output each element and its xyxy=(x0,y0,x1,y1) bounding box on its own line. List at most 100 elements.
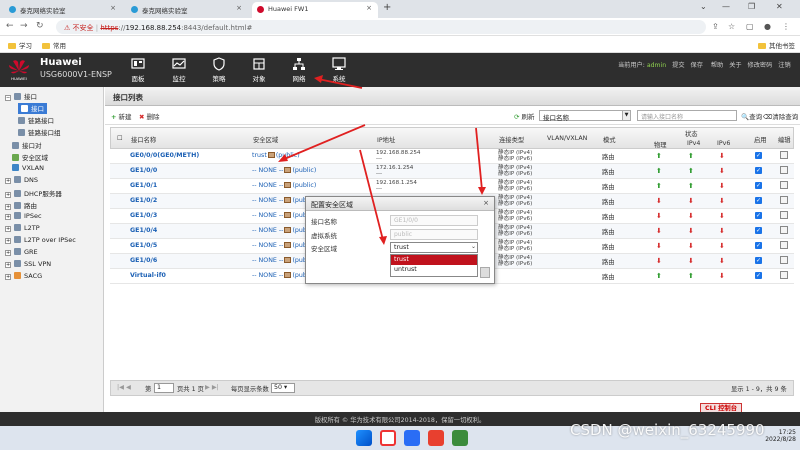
zone-cell[interactable]: -- NONE -- (public) xyxy=(252,182,316,189)
security-zone-select[interactable]: trust ⌄ xyxy=(390,242,478,253)
edit-icon[interactable] xyxy=(780,166,788,174)
enable-checkbox[interactable]: ✓ xyxy=(755,197,762,204)
nav-monitor[interactable]: 监控 xyxy=(165,57,193,83)
back-icon[interactable]: ← xyxy=(6,21,14,31)
col-conn[interactable]: 连接类型 xyxy=(499,135,524,144)
logout-link[interactable]: 注销 xyxy=(778,62,790,69)
browser-tab[interactable]: 泰克网络实验室 × xyxy=(126,2,248,18)
help-link[interactable]: 帮助 xyxy=(711,62,723,69)
minimize-icon[interactable]: — xyxy=(722,2,730,11)
system-clock[interactable]: 17:25 2022/8/28 xyxy=(762,429,796,443)
new-tab-button[interactable]: + xyxy=(383,2,391,13)
nav-policy[interactable]: 策略 xyxy=(205,57,233,83)
edit-icon[interactable] xyxy=(780,181,788,189)
save-link[interactable]: 保存 xyxy=(691,62,703,69)
change-password-link[interactable]: 修改密码 xyxy=(748,62,773,69)
about-link[interactable]: 关于 xyxy=(729,62,741,69)
zone-edit-icon[interactable] xyxy=(284,182,292,188)
delete-button[interactable]: ✖ 删除 xyxy=(139,111,160,121)
sidebar-item-security-zone[interactable]: 安全区域 xyxy=(12,152,48,163)
reload-icon[interactable]: ↻ xyxy=(36,21,44,31)
expand-icon[interactable]: + xyxy=(5,192,11,198)
app-icon[interactable] xyxy=(428,430,444,446)
sidebar-item-vxlan[interactable]: VXLAN xyxy=(12,164,44,175)
profile-icon[interactable]: ● xyxy=(764,22,771,31)
extensions-icon[interactable]: ▢ xyxy=(746,22,754,31)
sidebar-item-sacg[interactable]: + SACG xyxy=(5,272,42,283)
chrome-icon[interactable] xyxy=(380,430,396,446)
maximize-icon[interactable]: ❐ xyxy=(748,2,755,11)
new-button[interactable]: + 新建 xyxy=(111,111,132,121)
sidebar-item-ssl-vpn[interactable]: + SSL VPN xyxy=(5,260,51,271)
select-all-checkbox[interactable]: ☐ xyxy=(117,135,123,142)
sidebar-item-l2tp-over-ipsec[interactable]: + L2TP over IPSec xyxy=(5,236,76,247)
url-input[interactable]: ⚠ 不安全 | https://192.168.88.254:8443/defa… xyxy=(56,20,706,34)
edit-icon[interactable] xyxy=(780,256,788,264)
enable-checkbox[interactable]: ✓ xyxy=(755,167,762,174)
tab-search-icon[interactable]: ⌄ xyxy=(700,2,707,11)
interface-name[interactable]: GE1/0/5 xyxy=(130,242,157,249)
table-row[interactable]: GE1/0/1 -- NONE -- (public) 192.168.1.254… xyxy=(110,179,794,194)
zone-edit-icon[interactable] xyxy=(284,212,292,218)
menu-icon[interactable]: ⋮ xyxy=(782,22,790,31)
interface-name[interactable]: GE1/0/1 xyxy=(130,182,157,189)
page-input[interactable]: 1 xyxy=(154,383,174,393)
enable-checkbox[interactable]: ✓ xyxy=(755,257,762,264)
zone-edit-icon[interactable] xyxy=(284,167,292,173)
app-icon[interactable] xyxy=(452,430,468,446)
table-row[interactable]: GE1/0/0 -- NONE -- (public) 172.16.1.254-… xyxy=(110,164,794,179)
sidebar-item-dns[interactable]: + DNS xyxy=(5,176,38,187)
enable-checkbox[interactable]: ✓ xyxy=(755,212,762,219)
clear-query-button[interactable]: ⌫清除查询 xyxy=(763,111,798,121)
interface-name[interactable]: GE1/0/6 xyxy=(130,257,157,264)
sidebar-item-interface-pair[interactable]: 接口对 xyxy=(12,140,42,151)
zone-edit-icon[interactable] xyxy=(284,197,292,203)
edit-icon[interactable] xyxy=(780,211,788,219)
next-page-icon[interactable]: ▶ ▶| xyxy=(205,384,219,391)
zone-edit-icon[interactable] xyxy=(284,227,292,233)
zone-cell[interactable]: trust (public) xyxy=(252,152,300,159)
interface-name[interactable]: Virtual-if0 xyxy=(130,272,166,279)
zone-edit-icon[interactable] xyxy=(284,242,292,248)
window-close-icon[interactable]: ✕ xyxy=(776,2,783,11)
col-ip[interactable]: IP地址 xyxy=(377,135,395,144)
first-page-icon[interactable]: |◀ ◀ xyxy=(117,384,131,391)
commit-link[interactable]: 提交 xyxy=(672,62,684,69)
interface-name[interactable]: GE1/0/0 xyxy=(130,167,157,174)
enable-checkbox[interactable]: ✓ xyxy=(755,152,762,159)
expand-icon[interactable]: + xyxy=(5,214,11,220)
close-icon[interactable]: × xyxy=(110,4,116,12)
share-icon[interactable]: ⇪ xyxy=(712,22,719,31)
nav-network[interactable]: 网络 xyxy=(285,57,313,83)
sidebar-item-interface[interactable]: 接口 xyxy=(18,103,47,114)
col-name[interactable]: 接口名称 xyxy=(131,135,156,144)
nav-object[interactable]: 对象 xyxy=(245,57,273,83)
close-icon[interactable]: × xyxy=(483,199,489,207)
search-input[interactable]: 请输入接口名称 xyxy=(637,110,737,121)
bookmark-star-icon[interactable]: ☆ xyxy=(728,22,735,31)
sidebar-item-interface-group[interactable]: − 接口 xyxy=(5,91,37,102)
option-trust[interactable]: trust xyxy=(391,255,477,265)
nav-system[interactable]: 系统 xyxy=(325,57,353,83)
zone-cell[interactable]: -- NONE -- (public) xyxy=(252,167,316,174)
edit-icon[interactable] xyxy=(780,271,788,279)
zone-edit-icon[interactable] xyxy=(284,257,292,263)
expand-icon[interactable]: + xyxy=(5,262,11,268)
expand-icon[interactable]: + xyxy=(5,178,11,184)
interface-name[interactable]: GE1/0/4 xyxy=(130,227,157,234)
enable-checkbox[interactable]: ✓ xyxy=(755,227,762,234)
edit-icon[interactable] xyxy=(780,196,788,204)
sidebar-item-routing[interactable]: + 路由 xyxy=(5,200,37,211)
sidebar-item-dhcp[interactable]: + DHCP服务器 xyxy=(5,188,62,199)
col-mode[interactable]: 模式 xyxy=(603,135,616,144)
expand-icon[interactable]: + xyxy=(5,250,11,256)
per-page-select[interactable]: 50 ▾ xyxy=(271,383,295,393)
close-icon[interactable]: × xyxy=(236,4,242,12)
sidebar-item-gre[interactable]: + GRE xyxy=(5,248,38,259)
zone-edit-icon[interactable] xyxy=(267,152,275,158)
expand-icon[interactable]: + xyxy=(5,274,11,280)
edit-icon[interactable] xyxy=(780,151,788,159)
expand-icon[interactable]: + xyxy=(5,204,11,210)
windows-start-icon[interactable] xyxy=(356,430,372,446)
sidebar-item-ipsec[interactable]: + IPSec xyxy=(5,212,42,223)
